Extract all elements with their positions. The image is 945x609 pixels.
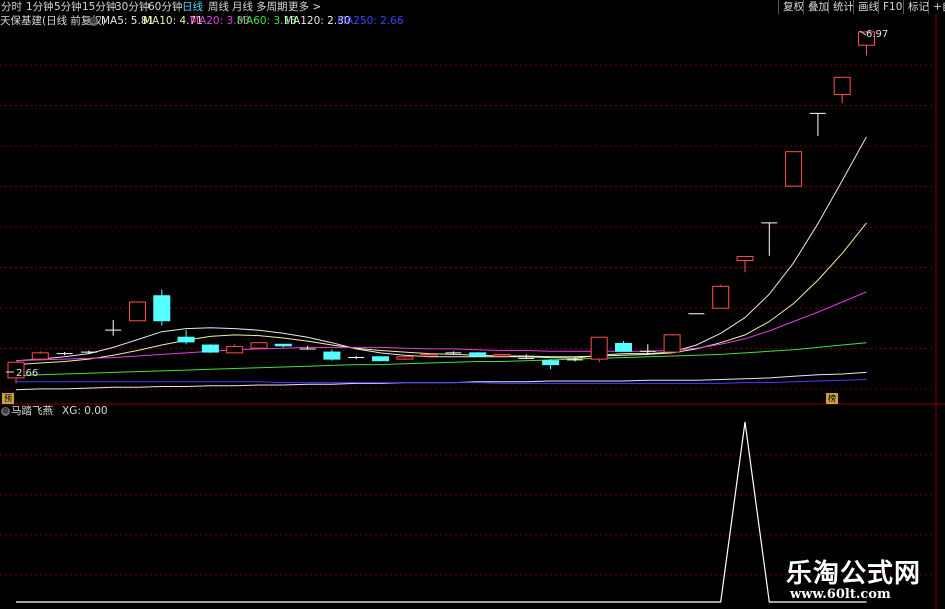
price-max-label: 6.97	[866, 29, 889, 40]
candle-body-up	[226, 346, 244, 354]
ma250-line	[16, 379, 867, 384]
candle-body-up	[663, 334, 681, 353]
candle-body-up	[396, 356, 414, 360]
ma10-line	[15, 222, 867, 366]
candle-body-up	[712, 285, 730, 309]
price-min-label: 2.66	[16, 368, 39, 379]
candle-body-up	[420, 353, 438, 357]
candle-body-down	[177, 336, 195, 343]
ma250-label: MA250: 2.66	[337, 15, 404, 27]
indicator-value: XG: 0.00	[62, 405, 108, 417]
forecast-badge[interactable]: 预	[2, 393, 14, 404]
candle-body-up	[736, 256, 754, 261]
ranking-badge[interactable]: 榜	[826, 393, 838, 404]
indicator-settings-icon[interactable]: ⚙	[1, 407, 10, 416]
candle-body-up	[250, 342, 268, 349]
candle-body-down	[372, 356, 389, 362]
candle-body-up	[590, 336, 608, 360]
ma120-line	[15, 371, 867, 391]
watermark-url: www.60lt.com	[790, 587, 891, 602]
candle-body-down	[274, 343, 292, 347]
candle-body-down	[153, 295, 171, 322]
candle-body-up	[493, 353, 511, 357]
candle-body-up	[31, 352, 49, 360]
candle-body-down	[542, 360, 560, 366]
settings-circle-icon[interactable]: ⚙	[89, 17, 98, 26]
candle-body-down	[469, 352, 487, 357]
candle-body-down	[615, 342, 632, 352]
ma60-line	[15, 342, 867, 377]
kline-chart[interactable]	[0, 0, 945, 609]
candle-body-up	[833, 76, 851, 96]
candle-body-up	[129, 301, 146, 322]
candle-body-down	[201, 344, 219, 353]
candle-body-down	[323, 351, 341, 360]
ma5-line	[15, 136, 867, 362]
candle-body-up	[785, 151, 803, 187]
watermark-text: 乐淘公式网	[786, 559, 922, 589]
indicator-name: 马踏飞燕	[11, 405, 53, 417]
